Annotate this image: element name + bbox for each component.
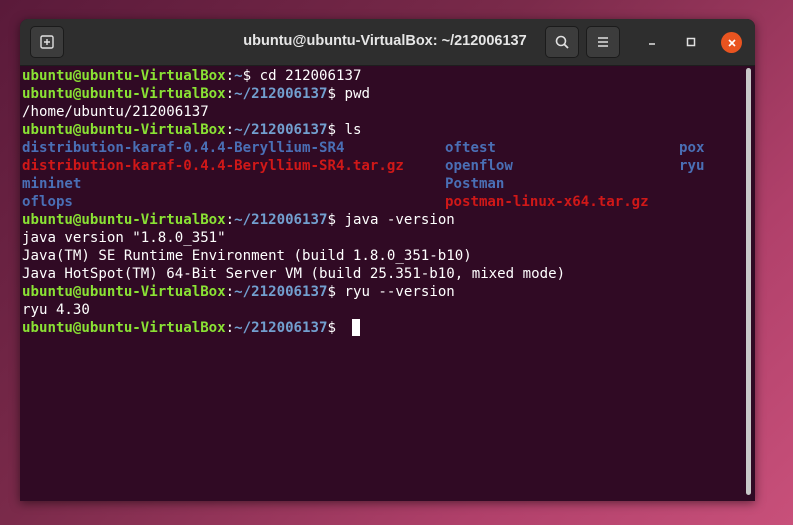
prompt-symbol: $	[327, 320, 345, 336]
prompt-path: ~/212006137	[234, 86, 328, 102]
output-text: Java HotSpot(TM) 64-Bit Server VM (build…	[22, 266, 566, 282]
close-icon	[727, 38, 736, 47]
prompt-symbol: $	[327, 284, 345, 300]
command-text: pwd	[344, 86, 370, 102]
close-button[interactable]	[721, 32, 742, 53]
prompt-user-host: ubuntu@ubuntu-VirtualBox	[22, 86, 226, 102]
prompt-colon: :	[225, 86, 235, 102]
prompt-colon: :	[225, 320, 235, 336]
hamburger-menu-icon	[598, 37, 608, 47]
ls-directory: openflow	[445, 158, 513, 174]
prompt-user-host: ubuntu@ubuntu-VirtualBox	[22, 320, 226, 336]
terminal-line: /home/ubuntu/212006137	[22, 103, 742, 121]
text-cursor	[352, 319, 361, 336]
prompt-user-host: ubuntu@ubuntu-VirtualBox	[22, 284, 226, 300]
output-text: ryu 4.30	[22, 302, 90, 318]
command-text: java -version	[344, 212, 455, 228]
maximize-button[interactable]	[681, 32, 701, 52]
ls-row: distribution-karaf-0.4.4-Beryllium-SR4.t…	[22, 157, 742, 175]
prompt-path: ~	[234, 68, 243, 84]
ls-directory: distribution-karaf-0.4.4-Beryllium-SR4	[22, 140, 345, 156]
terminal-line: ubuntu@ubuntu-VirtualBox:~/212006137$ ja…	[22, 211, 742, 229]
ls-directory: pox	[679, 140, 705, 156]
terminal-line: ryu 4.30	[22, 301, 742, 319]
terminal-output[interactable]: ubuntu@ubuntu-VirtualBox:~$ cd 212006137…	[22, 67, 742, 499]
prompt-colon: :	[225, 68, 235, 84]
window-title: ubuntu@ubuntu-VirtualBox: ~/212006137	[243, 33, 527, 49]
terminal-line: ubuntu@ubuntu-VirtualBox:~/212006137$ ry…	[22, 283, 742, 301]
prompt-user-host: ubuntu@ubuntu-VirtualBox	[22, 68, 226, 84]
terminal-line: ubuntu@ubuntu-VirtualBox:~/212006137$ ls	[22, 121, 742, 139]
prompt-colon: :	[225, 212, 235, 228]
search-icon	[555, 35, 569, 49]
command-text: ls	[344, 122, 362, 138]
terminal-line: Java HotSpot(TM) 64-Bit Server VM (build…	[22, 265, 742, 283]
prompt-colon: :	[225, 122, 235, 138]
terminal-line: ubuntu@ubuntu-VirtualBox:~$ cd 212006137	[22, 67, 742, 85]
new-tab-button[interactable]	[30, 26, 64, 58]
prompt-symbol: $	[242, 68, 260, 84]
output-text: /home/ubuntu/212006137	[22, 104, 209, 120]
minimize-button[interactable]	[642, 32, 662, 52]
prompt-user-host: ubuntu@ubuntu-VirtualBox	[22, 212, 226, 228]
scrollbar[interactable]	[746, 68, 751, 495]
search-button[interactable]	[545, 26, 579, 58]
minimize-icon	[649, 43, 655, 45]
output-text: Java(TM) SE Runtime Environment (build 1…	[22, 248, 472, 264]
title-bar: ubuntu@ubuntu-VirtualBox: ~/212006137	[20, 19, 755, 66]
prompt-symbol: $	[327, 212, 345, 228]
command-text: cd 212006137	[259, 68, 362, 84]
maximize-icon	[686, 37, 696, 47]
ls-row: distribution-karaf-0.4.4-Beryllium-SR4 o…	[22, 139, 742, 157]
prompt-colon: :	[225, 284, 235, 300]
output-text: java version "1.8.0_351"	[22, 230, 226, 246]
terminal-line: java version "1.8.0_351"	[22, 229, 742, 247]
ls-row: oflops postman-linux-x64.tar.gz	[22, 193, 742, 211]
ls-directory: oflops	[22, 194, 73, 210]
terminal-line: Java(TM) SE Runtime Environment (build 1…	[22, 247, 742, 265]
ls-archive-file: distribution-karaf-0.4.4-Beryllium-SR4.t…	[22, 158, 404, 174]
ls-row: mininet Postman	[22, 175, 742, 193]
prompt-path: ~/212006137	[234, 284, 328, 300]
terminal-line: ubuntu@ubuntu-VirtualBox:~/212006137$ pw…	[22, 85, 742, 103]
terminal-line-current: ubuntu@ubuntu-VirtualBox:~/212006137$	[22, 319, 742, 337]
command-text: ryu --version	[344, 284, 455, 300]
ls-directory: mininet	[22, 176, 82, 192]
ls-directory: ryu	[679, 158, 705, 174]
terminal-window: ubuntu@ubuntu-VirtualBox: ~/212006137 ub…	[20, 19, 755, 501]
prompt-symbol: $	[327, 86, 345, 102]
ls-directory: Postman	[445, 176, 505, 192]
prompt-path: ~/212006137	[234, 320, 328, 336]
prompt-user-host: ubuntu@ubuntu-VirtualBox	[22, 122, 226, 138]
prompt-symbol: $	[327, 122, 345, 138]
menu-button[interactable]	[586, 26, 620, 58]
ls-archive-file: postman-linux-x64.tar.gz	[445, 194, 649, 210]
ls-directory: oftest	[445, 140, 496, 156]
prompt-path: ~/212006137	[234, 212, 328, 228]
prompt-path: ~/212006137	[234, 122, 328, 138]
new-tab-icon	[40, 35, 54, 49]
